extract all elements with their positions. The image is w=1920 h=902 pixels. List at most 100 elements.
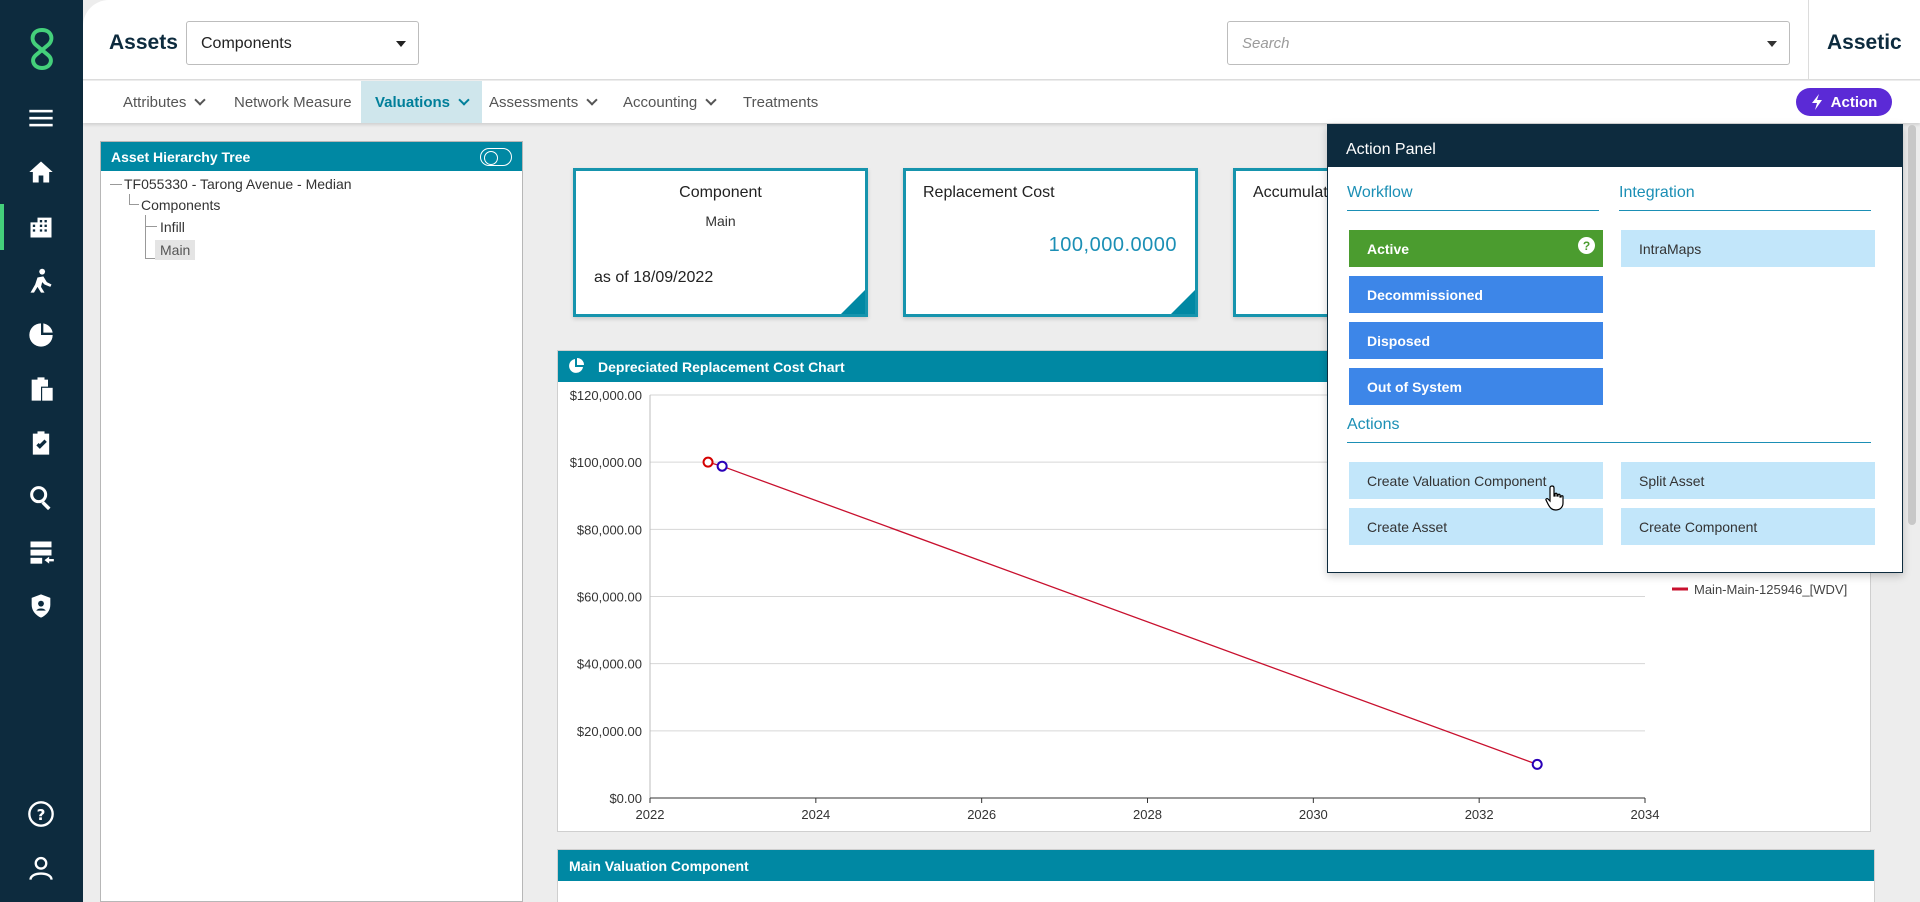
toggle-switch-icon[interactable]	[480, 148, 512, 166]
valuation-component-panel: Main Valuation Component	[557, 849, 1875, 902]
tab-bar: Attributes Network Measure Valuations As…	[83, 81, 1920, 123]
svg-text:?: ?	[37, 806, 46, 824]
component-card[interactable]: Component Main as of 18/09/2022	[573, 168, 868, 317]
accumulated-card[interactable]: Accumulat	[1233, 168, 1333, 317]
home-icon[interactable]	[20, 154, 62, 190]
tab-network-measure[interactable]: Network Measure	[234, 81, 352, 123]
card-corner-marker	[1171, 290, 1195, 314]
chevron-down-icon	[705, 94, 717, 106]
tree-connector	[145, 215, 146, 258]
tree-node-main[interactable]: Main	[155, 240, 196, 260]
button-label: IntraMaps	[1639, 240, 1702, 257]
worker-icon[interactable]	[20, 263, 62, 299]
finance-icon[interactable]	[20, 317, 62, 353]
action-panel: Action Panel Workflow Integration Active…	[1327, 124, 1903, 573]
chevron-down-icon	[586, 94, 598, 106]
action-button[interactable]: Action	[1796, 88, 1892, 116]
divider	[1347, 210, 1599, 211]
assets-building-icon[interactable]	[20, 209, 62, 245]
create-component-button[interactable]: Create Component	[1621, 508, 1875, 545]
tab-label: Treatments	[743, 94, 819, 111]
x-tick-label: 2026	[967, 807, 996, 822]
button-label: Decommissioned	[1367, 286, 1483, 303]
tab-label: Assessments	[489, 94, 579, 111]
tree-header: Asset Hierarchy Tree	[101, 142, 522, 171]
tab-label: Network Measure	[234, 94, 352, 111]
y-tick-label: $100,000.00	[570, 455, 642, 470]
x-tick-label: 2034	[1631, 807, 1660, 822]
action-panel-title: Action Panel	[1328, 125, 1902, 167]
nav-active-indicator	[0, 204, 4, 250]
y-tick-label: $40,000.00	[577, 657, 642, 672]
lightning-icon	[1811, 94, 1822, 110]
user-profile-icon[interactable]	[20, 850, 62, 886]
button-label: Create Component	[1639, 518, 1758, 535]
card-title: Accumulat	[1253, 184, 1328, 201]
workflow-decommissioned-button[interactable]: Decommissioned	[1349, 276, 1603, 313]
search-nav-icon[interactable]	[20, 479, 62, 515]
card-value: Main	[705, 213, 736, 229]
data-point	[702, 456, 714, 468]
button-label: Create Asset	[1367, 518, 1448, 535]
create-asset-button[interactable]: Create Asset	[1349, 508, 1603, 545]
tree-connector	[129, 194, 130, 204]
tree-node-components[interactable]: Components	[141, 197, 220, 213]
y-tick-label: $0.00	[609, 791, 642, 806]
caret-down-icon	[396, 41, 406, 47]
tree-node-infill[interactable]: Infill	[160, 219, 185, 235]
assetic-logo-icon[interactable]	[20, 26, 64, 70]
page-scrollbar[interactable]	[1908, 125, 1916, 525]
chart-title: Depreciated Replacement Cost Chart	[598, 359, 845, 375]
security-shield-icon[interactable]	[20, 588, 62, 624]
y-tick-label: $60,000.00	[577, 590, 642, 605]
workflow-disposed-button[interactable]: Disposed	[1349, 322, 1603, 359]
module-select-value: Components	[201, 35, 292, 52]
action-button-label: Action	[1830, 93, 1878, 111]
work-order-icon[interactable]	[20, 425, 62, 461]
page-title: Assets	[109, 31, 178, 54]
nav-rail: ?	[0, 0, 83, 902]
tab-accounting[interactable]: Accounting	[623, 81, 717, 123]
button-label: Out of System	[1367, 378, 1462, 395]
hand-cursor-icon	[1545, 485, 1564, 511]
card-title: Replacement Cost	[923, 184, 1055, 201]
replacement-cost-card[interactable]: Replacement Cost 100,000.0000	[903, 168, 1198, 317]
chevron-down-icon	[194, 94, 207, 106]
workflow-active-button[interactable]: Active ?	[1349, 230, 1603, 267]
tab-assessments[interactable]: Assessments	[489, 81, 598, 123]
legend-label: Main-Main-125946_[WDV]	[1694, 582, 1847, 597]
data-point	[1531, 758, 1543, 770]
search-placeholder: Search	[1242, 35, 1290, 52]
intramaps-button[interactable]: IntraMaps	[1621, 230, 1875, 267]
help-icon[interactable]: ?	[20, 796, 62, 832]
integration-heading: Integration	[1619, 184, 1695, 201]
divider	[1619, 210, 1871, 211]
search-input[interactable]: Search	[1227, 21, 1790, 65]
chevron-down-icon	[458, 94, 470, 106]
card-date: as of 18/09/2022	[594, 269, 714, 286]
x-tick-label: 2030	[1299, 807, 1328, 822]
button-label: Active	[1367, 240, 1410, 257]
tab-valuations[interactable]: Valuations	[361, 81, 483, 123]
tab-treatments[interactable]: Treatments	[743, 81, 818, 123]
split-asset-button[interactable]: Split Asset	[1621, 462, 1875, 499]
clipboard-grid-icon[interactable]	[20, 371, 62, 407]
top-header: Assets Components Search Assetic	[83, 0, 1920, 80]
tree-title: Asset Hierarchy Tree	[111, 149, 251, 165]
asset-hierarchy-tree: Asset Hierarchy Tree TF055330 - Tarong A…	[100, 141, 523, 902]
x-tick-label: 2028	[1133, 807, 1162, 822]
help-circle-icon[interactable]: ?	[1578, 237, 1595, 254]
import-data-icon[interactable]	[20, 534, 62, 570]
workflow-out-of-system-button[interactable]: Out of System	[1349, 368, 1603, 405]
x-tick-label: 2024	[801, 807, 830, 822]
tab-attributes[interactable]: Attributes	[123, 81, 207, 123]
tab-label: Accounting	[623, 94, 698, 111]
button-label: Disposed	[1367, 332, 1431, 349]
actions-heading: Actions	[1347, 416, 1400, 433]
tree-node-root[interactable]: TF055330 - Tarong Avenue - Median	[124, 176, 352, 192]
card-title: Component	[679, 184, 762, 201]
menu-icon[interactable]	[20, 100, 62, 136]
tab-label: Valuations	[375, 94, 451, 111]
data-point	[716, 460, 728, 472]
module-select[interactable]: Components	[186, 21, 419, 65]
